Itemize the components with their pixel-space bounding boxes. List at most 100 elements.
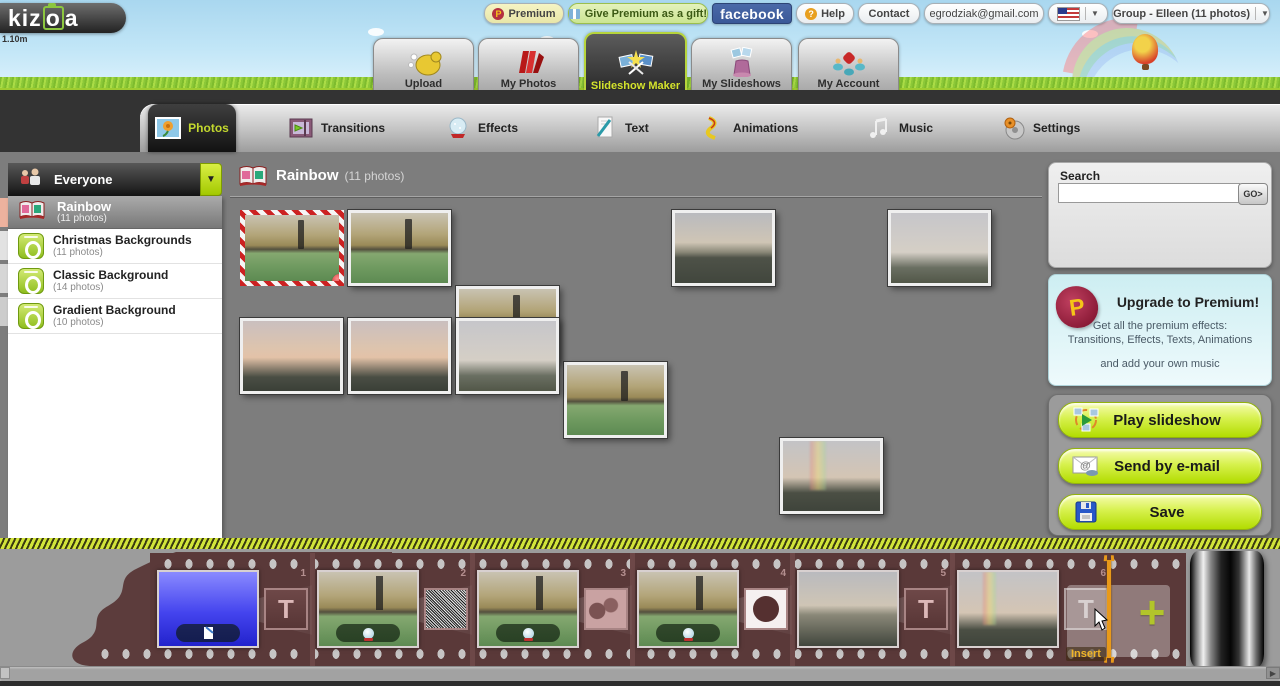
play-slideshow-button[interactable]: Play slideshow [1058,402,1262,438]
photo-thumbnail-9[interactable] [348,318,451,394]
timeline-scrollbar-track[interactable] [0,666,1280,681]
edge-tab-gray[interactable] [0,264,8,293]
photo-thumbnail-10[interactable] [456,318,559,394]
photo-thumbnail-5[interactable] [672,210,775,286]
transition-slot-5[interactable]: T [904,588,948,630]
frame-number: 1 [300,568,306,579]
red-books-icon [509,46,549,78]
tab-my-account[interactable]: My Account [798,38,899,94]
snow-globe-effect-badge[interactable] [496,624,560,642]
photo-thumbnail-7[interactable] [888,210,991,286]
frame-number: 6 [1100,568,1106,579]
music-notes-icon [866,116,892,140]
edge-tab-gray[interactable] [0,231,8,260]
premium-button[interactable]: P Premium [484,3,564,24]
frame-number: 2 [460,568,466,579]
magic-hat-icon [722,46,762,78]
transition-film-icon [288,116,314,140]
photo-thumbnail-8[interactable] [240,318,343,394]
album-list: Rainbow(11 photos) Christmas Backgrounds… [8,196,222,538]
premium-p-icon: P [492,8,504,20]
header-divider [230,196,1042,197]
svg-text:@: @ [1080,460,1091,472]
search-label: Search [1060,169,1100,183]
timeline-frame-1[interactable]: 1 T [152,553,312,666]
transition-slot-4[interactable] [744,588,788,630]
group-filter-dropdown-button[interactable]: ▼ [200,163,222,196]
cloud-decoration [368,28,384,36]
search-input[interactable] [1058,183,1240,203]
tab-settings[interactable]: Settings [1000,104,1080,152]
photo-thumbnail-4[interactable] [564,362,667,438]
give-premium-gift-button[interactable]: Give Premium as a gift! [568,3,708,24]
transition-slot-1[interactable]: T [264,588,308,630]
timeline-slide-5[interactable] [797,570,899,648]
account-email[interactable]: egrodziak@gmail.com [924,3,1044,24]
timeline-slide-4[interactable] [637,570,739,648]
timeline-slide-1[interactable] [157,570,259,648]
frame-number: 3 [620,568,626,579]
language-selector[interactable]: ▼ [1048,3,1108,24]
timeline-slide-3[interactable] [477,570,579,648]
snow-globe-effect-badge[interactable] [336,624,400,642]
photo-thumbnail-6[interactable] [780,438,883,514]
text-effect-badge[interactable] [176,624,240,642]
album-list-item-christmas-backgrounds[interactable]: Christmas Backgrounds(11 photos) [8,229,222,264]
hot-air-balloon-decoration [1132,34,1158,64]
text-effect-icon [204,627,213,639]
us-flag-icon [1057,7,1080,21]
photo-thumbnail-1[interactable] [240,210,344,286]
tab-upload[interactable]: Upload [373,38,474,94]
album-book-icon [18,199,48,226]
save-button[interactable]: Save [1058,494,1262,530]
tab-photos[interactable]: Photos [148,104,236,152]
album-photo-count: (11 photos) [345,169,405,183]
snow-globe-icon [683,628,694,639]
search-go-button[interactable]: GO> [1238,183,1268,205]
edge-tab-pink[interactable] [0,198,8,227]
email-envelope-icon: @ [1071,453,1101,479]
photo-thumbnail-2[interactable] [348,210,451,286]
timeline-frame-5[interactable]: 5 T [792,553,952,666]
edge-tab-gray[interactable] [0,297,8,326]
album-list-item-gradient-background[interactable]: Gradient Background(10 photos) [8,299,222,334]
tab-animations[interactable]: Animations [700,104,798,152]
help-button[interactable]: ? Help [796,3,854,24]
upload-hamster-icon [404,46,444,78]
album-book-icon [238,164,270,193]
floppy-disk-icon [1071,499,1101,525]
facebook-button[interactable]: facebook [712,3,792,24]
kizoa-logo[interactable]: kizoa [0,3,126,33]
transition-slot-2[interactable] [424,588,468,630]
album-folder-icon [18,233,44,259]
version-label: 1.10m [2,34,28,44]
timeline-scrollbar-thumb[interactable] [0,667,10,679]
add-slide-button[interactable]: + [1133,591,1171,633]
transition-slot-3[interactable] [584,588,628,630]
album-list-item-classic-background[interactable]: Classic Background(14 photos) [8,264,222,299]
kizoa-app: kizoa 1.10m P Premium Give Premium as a … [0,0,1280,686]
tab-my-photos[interactable]: My Photos [478,38,579,94]
timeline-frame-3[interactable]: 3 [472,553,632,666]
group-filter-header[interactable]: Everyone [8,163,210,196]
timeline-slide-6[interactable] [957,570,1059,648]
snow-globe-effect-badge[interactable] [656,624,720,642]
album-list-item-rainbow[interactable]: Rainbow(11 photos) [8,196,222,229]
contact-button[interactable]: Contact [858,3,920,24]
tab-slideshow-maker[interactable]: Slideshow Maker [584,32,687,96]
timeline-slide-2[interactable] [317,570,419,648]
frame-number: 5 [940,568,946,579]
timeline-frame-2[interactable]: 2 [312,553,472,666]
timeline-frame-4[interactable]: 4 [632,553,792,666]
tab-text[interactable]: Text [592,104,649,152]
send-by-email-button[interactable]: @ Send by e-mail [1058,448,1262,484]
group-selector[interactable]: Group - Elleen (11 photos) ▼ [1112,3,1270,24]
insert-label: Insert [1066,647,1106,661]
pen-paper-icon [592,116,618,140]
tab-my-slideshows[interactable]: My Slideshows [691,38,792,94]
frame-number: 4 [780,568,786,579]
tab-transitions[interactable]: Transitions [288,104,385,152]
tab-music[interactable]: Music [866,104,933,152]
tab-effects[interactable]: Effects [445,104,518,152]
scroll-right-arrow[interactable]: ▶ [1266,667,1280,679]
